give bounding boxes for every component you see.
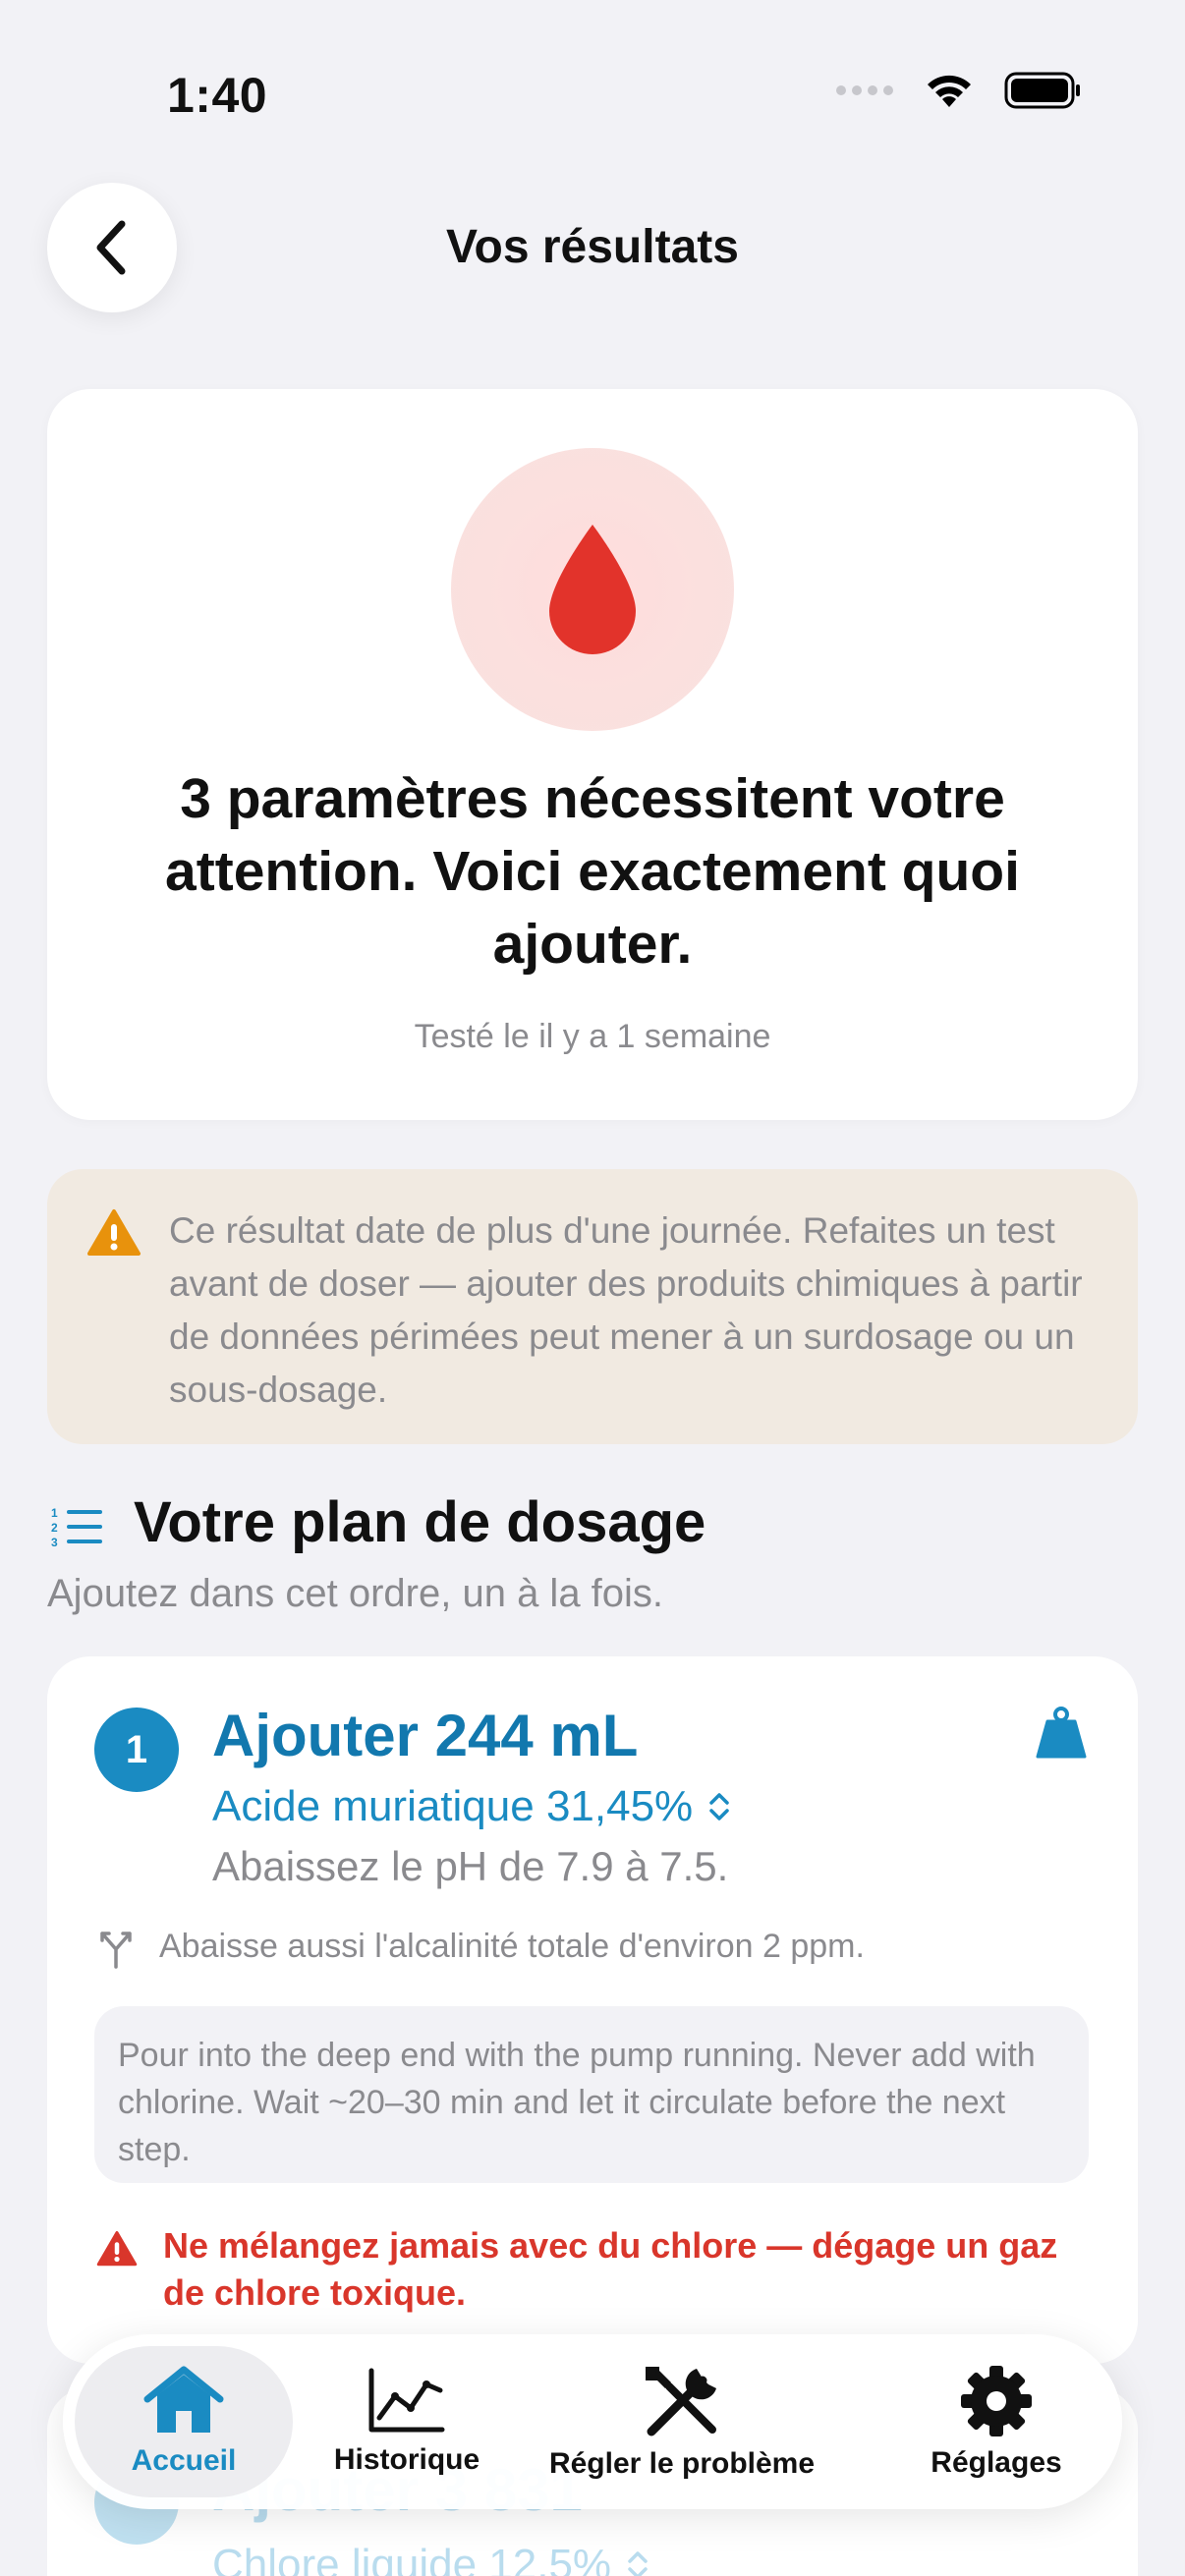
- tab-historique[interactable]: Historique: [309, 2346, 505, 2497]
- step-card-1: 1 Ajouter 244 mL Acide muriatique 31,45%…: [47, 1656, 1138, 2364]
- stale-result-warning: Ce résultat date de plus d'une journée. …: [47, 1169, 1138, 1444]
- instructions-box: Pour into the deep end with the pump run…: [94, 2006, 1089, 2183]
- drop-badge: [451, 448, 734, 731]
- page-title: Vos résultats: [446, 221, 739, 273]
- svg-text:3: 3: [51, 1536, 58, 1548]
- side-effect-text: Abaisse aussi l'alcalinité totale d'envi…: [159, 1928, 865, 1965]
- step-amount: Ajouter 244 mL: [212, 1703, 639, 1768]
- tab-label: Historique: [333, 2443, 480, 2476]
- step-number-badge: 1: [94, 1708, 179, 1792]
- svg-text:1: 1: [51, 1506, 58, 1520]
- warning-text: Ce résultat date de plus d'une journée. …: [169, 1210, 1083, 1410]
- warning-triangle-icon: [87, 1209, 141, 1256]
- step-effect: Abaissez le pH de 7.9 à 7.5.: [212, 1843, 729, 1889]
- chevron-updown-icon: [628, 2551, 648, 2576]
- screen: 1:40 Vos résultats 3 paramètres nécessit…: [0, 0, 1185, 2576]
- numbered-list-icon: 1 2 3: [51, 1506, 102, 1548]
- summary-card: 3 paramètres nécessitent votre attention…: [47, 389, 1138, 1120]
- danger-warning-text: Ne mélangez jamais avec du chlore — déga…: [163, 2225, 1058, 2313]
- gear-icon: [961, 2366, 1032, 2436]
- status-icons: [835, 71, 1083, 110]
- dosing-plan-subtitle: Ajoutez dans cet ordre, un à la fois.: [47, 1572, 664, 1615]
- branch-icon: [100, 1932, 132, 1969]
- house-icon: [143, 2366, 224, 2433]
- tab-accueil[interactable]: Accueil: [75, 2346, 293, 2497]
- tab-reglages[interactable]: Réglages: [898, 2346, 1095, 2497]
- tab-label: Réglages: [931, 2446, 1062, 2479]
- signal-icon: [836, 85, 893, 95]
- scale-weight-icon[interactable]: [1036, 1706, 1087, 1761]
- tab-bar: Accueil Historique Régler le problème Ré…: [63, 2334, 1122, 2509]
- product-name: Acide muriatique 31,45%: [212, 1782, 694, 1830]
- product-selector[interactable]: Acide muriatique 31,45%: [212, 1782, 730, 1831]
- tab-label: Accueil: [131, 2444, 237, 2477]
- svg-text:2: 2: [51, 1521, 58, 1535]
- tested-date: Testé le il y a 1 semaine: [414, 1018, 771, 1055]
- chevron-updown-icon: [709, 1793, 729, 1820]
- product-name: Chlore liquide 12,5%: [212, 2541, 612, 2576]
- drop-icon: [549, 525, 636, 654]
- danger-triangle-icon: [96, 2231, 138, 2267]
- tools-icon: [646, 2367, 716, 2436]
- wifi-icon: [928, 75, 971, 107]
- summary-headline: 3 paramètres nécessitent votre attention…: [165, 767, 1020, 976]
- status-time: 1:40: [167, 68, 268, 123]
- tab-label: Régler le problème: [548, 2447, 816, 2480]
- tab-regler[interactable]: Régler le problème: [515, 2346, 849, 2497]
- battery-icon: [1004, 72, 1080, 109]
- product-selector[interactable]: Chlore liquide 12,5%: [212, 2541, 649, 2576]
- dosing-plan-title: Votre plan de dosage: [134, 1490, 706, 1554]
- chart-line-icon: [368, 2368, 445, 2433]
